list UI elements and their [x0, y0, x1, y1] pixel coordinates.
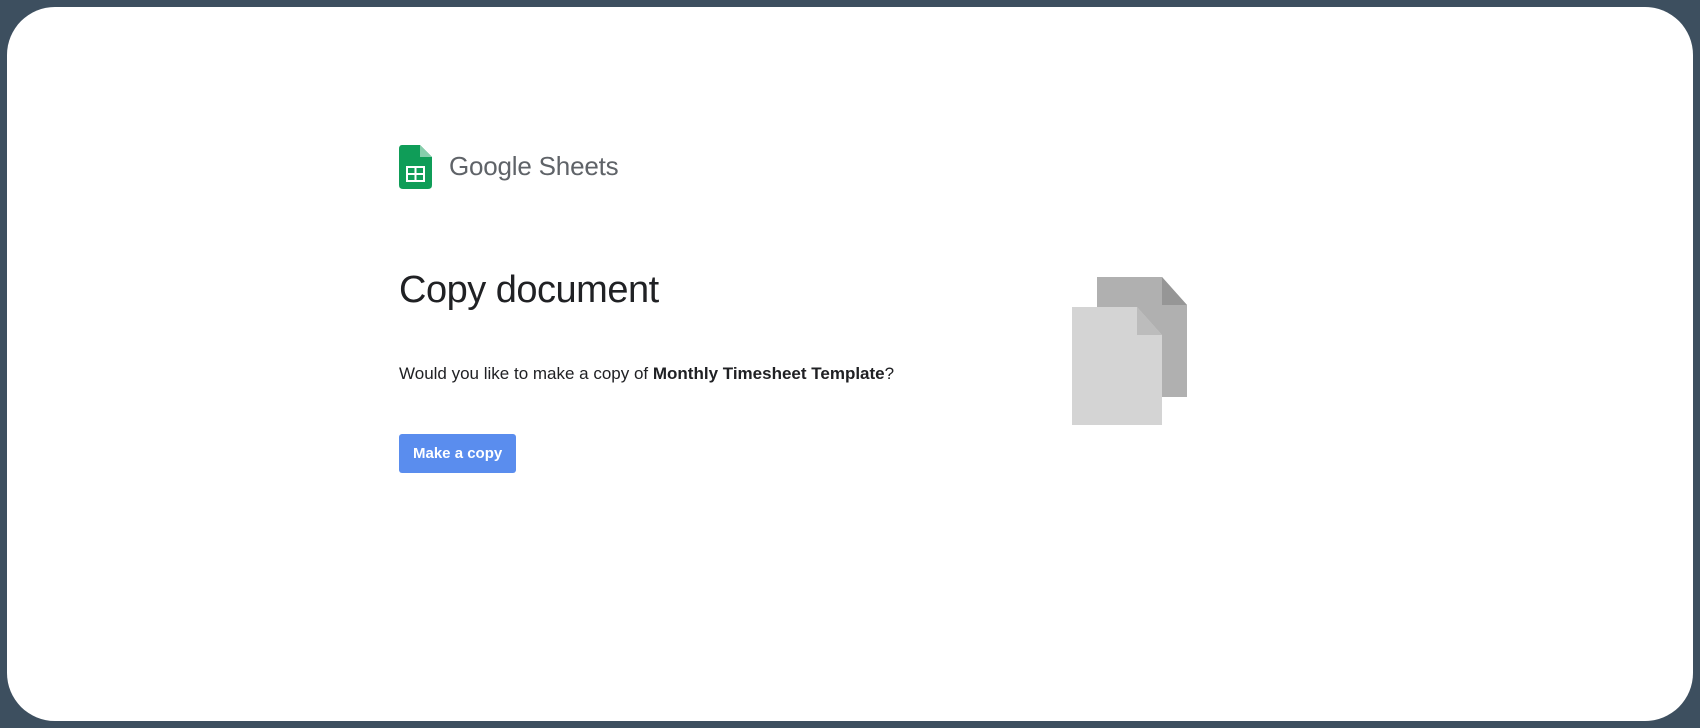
page-title: Copy document	[399, 269, 894, 312]
document-name: Monthly Timesheet Template	[653, 364, 885, 383]
product-logo-row: Google Sheets	[399, 145, 894, 187]
product-name-light: Sheets	[532, 151, 619, 181]
product-name: Google Sheets	[449, 151, 618, 182]
main-content: Google Sheets Copy document Would you li…	[399, 145, 894, 473]
copy-prompt: Would you like to make a copy of Monthly…	[399, 364, 894, 384]
prompt-suffix: ?	[885, 364, 894, 383]
google-sheets-icon	[399, 145, 431, 187]
dialog-window: Google Sheets Copy document Would you li…	[7, 7, 1693, 721]
copy-documents-icon	[1067, 277, 1197, 427]
make-a-copy-button[interactable]: Make a copy	[399, 434, 516, 473]
product-name-strong: Google	[449, 151, 532, 181]
prompt-prefix: Would you like to make a copy of	[399, 364, 653, 383]
